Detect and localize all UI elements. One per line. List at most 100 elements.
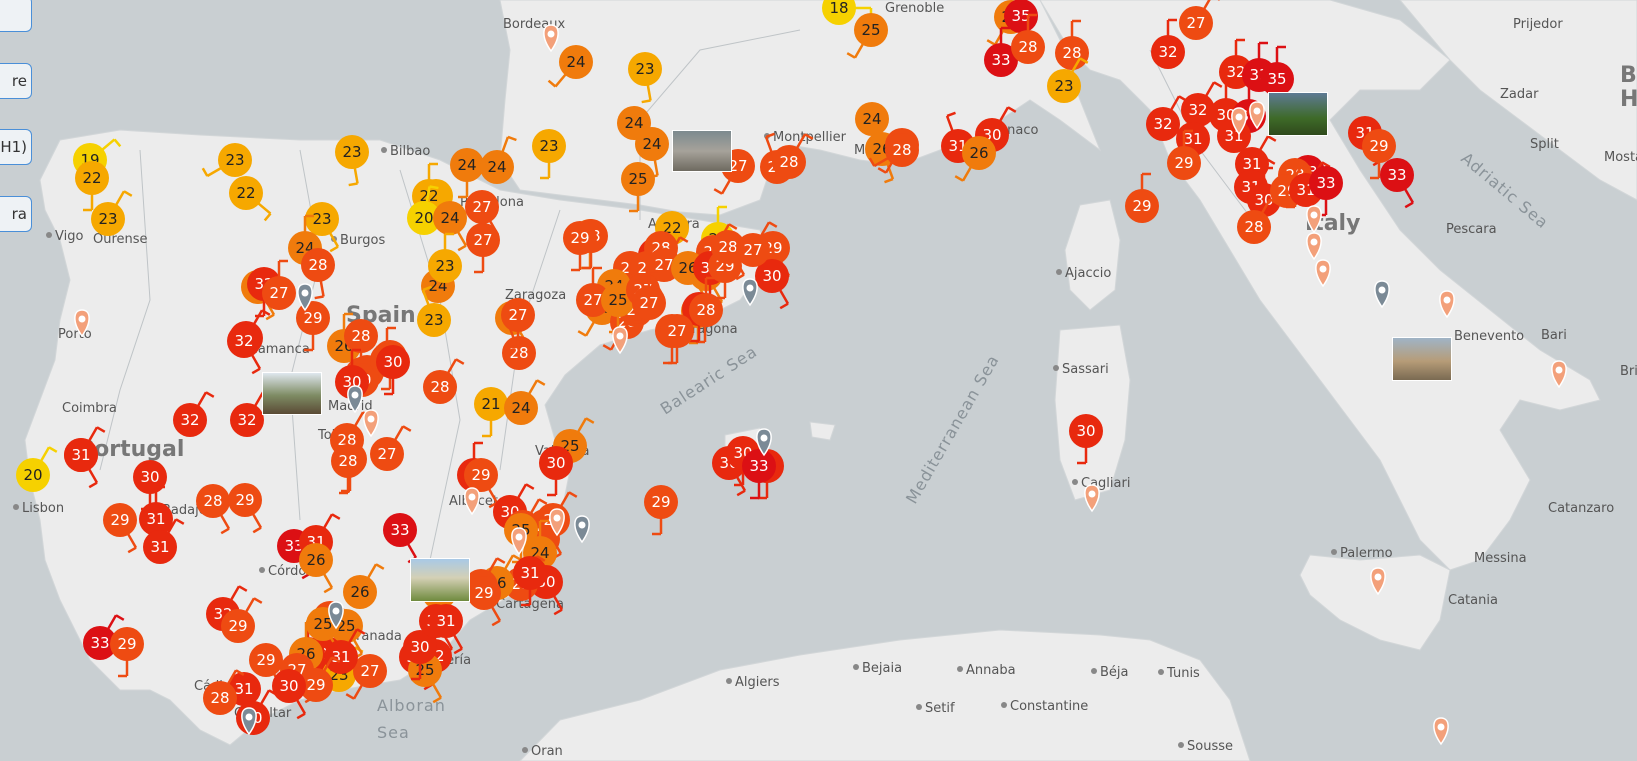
- city-dot: [1001, 702, 1007, 708]
- temperature-value: 31: [1183, 130, 1202, 148]
- webcam-thumbnail-salamanca[interactable]: [262, 372, 322, 415]
- webcam-thumbnail-tuscany[interactable]: [1268, 92, 1328, 136]
- city-label: Sassari: [1062, 362, 1109, 377]
- country-label: Bosnia: [1620, 63, 1637, 88]
- pin-center-dot: [1437, 723, 1445, 731]
- side-control-label: ra: [11, 205, 27, 223]
- temperature-value: 28: [1018, 38, 1037, 56]
- temperature-value: 28: [338, 452, 357, 470]
- temperature-value: 33: [991, 51, 1010, 69]
- temperature-value: 28: [1244, 218, 1263, 236]
- pin-center-dot: [1310, 238, 1318, 246]
- city-label: Béja: [1100, 665, 1129, 680]
- temperature-value: 29: [570, 229, 589, 247]
- temperature-value: 31: [331, 648, 350, 666]
- city-label: Bilbao: [390, 144, 430, 159]
- city-label: Palermo: [1340, 546, 1393, 561]
- temperature-value: 33: [390, 521, 409, 539]
- pin-center-dot: [1253, 107, 1261, 115]
- city-label: Mostar: [1604, 150, 1637, 165]
- pin-center-dot: [78, 315, 86, 323]
- temperature-value: 27: [472, 198, 491, 216]
- pin-center-dot: [1088, 490, 1096, 498]
- temperature-value: 28: [892, 141, 911, 159]
- side-control-button-1[interactable]: [0, 0, 32, 32]
- temperature-value: 31: [150, 538, 169, 556]
- temperature-value: 30: [1076, 422, 1095, 440]
- temperature-value: 24: [487, 158, 506, 176]
- city-dot: [1091, 668, 1097, 674]
- side-control-button-3[interactable]: H1): [0, 129, 32, 165]
- temperature-value: 28: [696, 301, 715, 319]
- temperature-value: 31: [436, 612, 455, 630]
- pin-center-dot: [746, 284, 754, 292]
- temperature-value: 29: [110, 511, 129, 529]
- city-dot: [1053, 365, 1059, 371]
- temperature-value: 23: [635, 60, 654, 78]
- pin-center-dot: [468, 493, 476, 501]
- pin-center-dot: [351, 391, 359, 399]
- temperature-value: 28: [430, 378, 449, 396]
- temperature-value: 23: [424, 311, 443, 329]
- city-dot: [1158, 669, 1164, 675]
- city-label: Bejaia: [862, 661, 902, 676]
- temperature-value: 32: [180, 411, 199, 429]
- wind-barb-tick: [348, 182, 358, 187]
- temperature-value: 30: [546, 454, 565, 472]
- temperature-value: 28: [779, 153, 798, 171]
- pin-center-dot: [1378, 286, 1386, 294]
- webcam-thumbnail-campania[interactable]: [1392, 337, 1452, 381]
- temperature-value: 23: [1054, 77, 1073, 95]
- temperature-value: 29: [306, 676, 325, 694]
- city-dot: [1072, 479, 1078, 485]
- temperature-value: 29: [1174, 154, 1193, 172]
- temperature-value: 31: [234, 680, 253, 698]
- temperature-value: 23: [225, 151, 244, 169]
- pin-center-dot: [760, 434, 768, 442]
- temperature-value: 28: [351, 327, 370, 345]
- temperature-value: 27: [583, 291, 602, 309]
- pin-center-dot: [515, 533, 523, 541]
- temperature-value: 27: [1186, 14, 1205, 32]
- temperature-value: 29: [303, 309, 322, 327]
- temperature-value: 20: [23, 466, 42, 484]
- pin-center-dot: [301, 289, 309, 297]
- temperature-value: 21: [481, 395, 500, 413]
- city-label: Grenoble: [885, 1, 944, 16]
- city-label: Pescara: [1446, 222, 1497, 237]
- temperature-value: 25: [861, 21, 880, 39]
- temperature-value: 33: [1387, 166, 1406, 184]
- temperature-value: 29: [117, 635, 136, 653]
- city-dot: [259, 567, 265, 573]
- pin-center-dot: [1555, 366, 1563, 374]
- temperature-value: 24: [862, 110, 881, 128]
- temperature-value: 29: [235, 491, 254, 509]
- webcam-thumbnail-murcia[interactable]: [410, 558, 470, 602]
- temperature-value: 27: [743, 241, 762, 259]
- temperature-value: 24: [440, 209, 459, 227]
- side-control-label: re: [11, 72, 27, 90]
- sea-label: Sea: [377, 723, 410, 742]
- side-control-label: H1): [0, 138, 27, 156]
- temperature-value: 29: [256, 651, 275, 669]
- temperature-value: 27: [473, 231, 492, 249]
- temperature-value: 33: [90, 634, 109, 652]
- wind-barb-tick: [314, 295, 324, 300]
- webcam-thumbnail-pyrenees[interactable]: [672, 130, 732, 172]
- temperature-value: 31: [71, 446, 90, 464]
- side-control-button-2[interactable]: re: [0, 63, 32, 99]
- pin-center-dot: [332, 607, 340, 615]
- city-label: Split: [1530, 137, 1559, 152]
- city-label: Coimbra: [62, 401, 117, 416]
- pin-center-dot: [1374, 573, 1382, 581]
- temperature-value: 27: [269, 284, 288, 302]
- side-control-button-4[interactable]: ra: [0, 196, 32, 232]
- temperature-value: 26: [969, 144, 988, 162]
- temperature-value: 29: [474, 584, 493, 602]
- city-dot: [1178, 742, 1184, 748]
- temperature-value: 30: [140, 468, 159, 486]
- city-label: Constantine: [1010, 699, 1088, 714]
- temperature-value: 23: [98, 210, 117, 228]
- city-dot: [522, 747, 528, 753]
- temperature-value: 32: [1153, 115, 1172, 133]
